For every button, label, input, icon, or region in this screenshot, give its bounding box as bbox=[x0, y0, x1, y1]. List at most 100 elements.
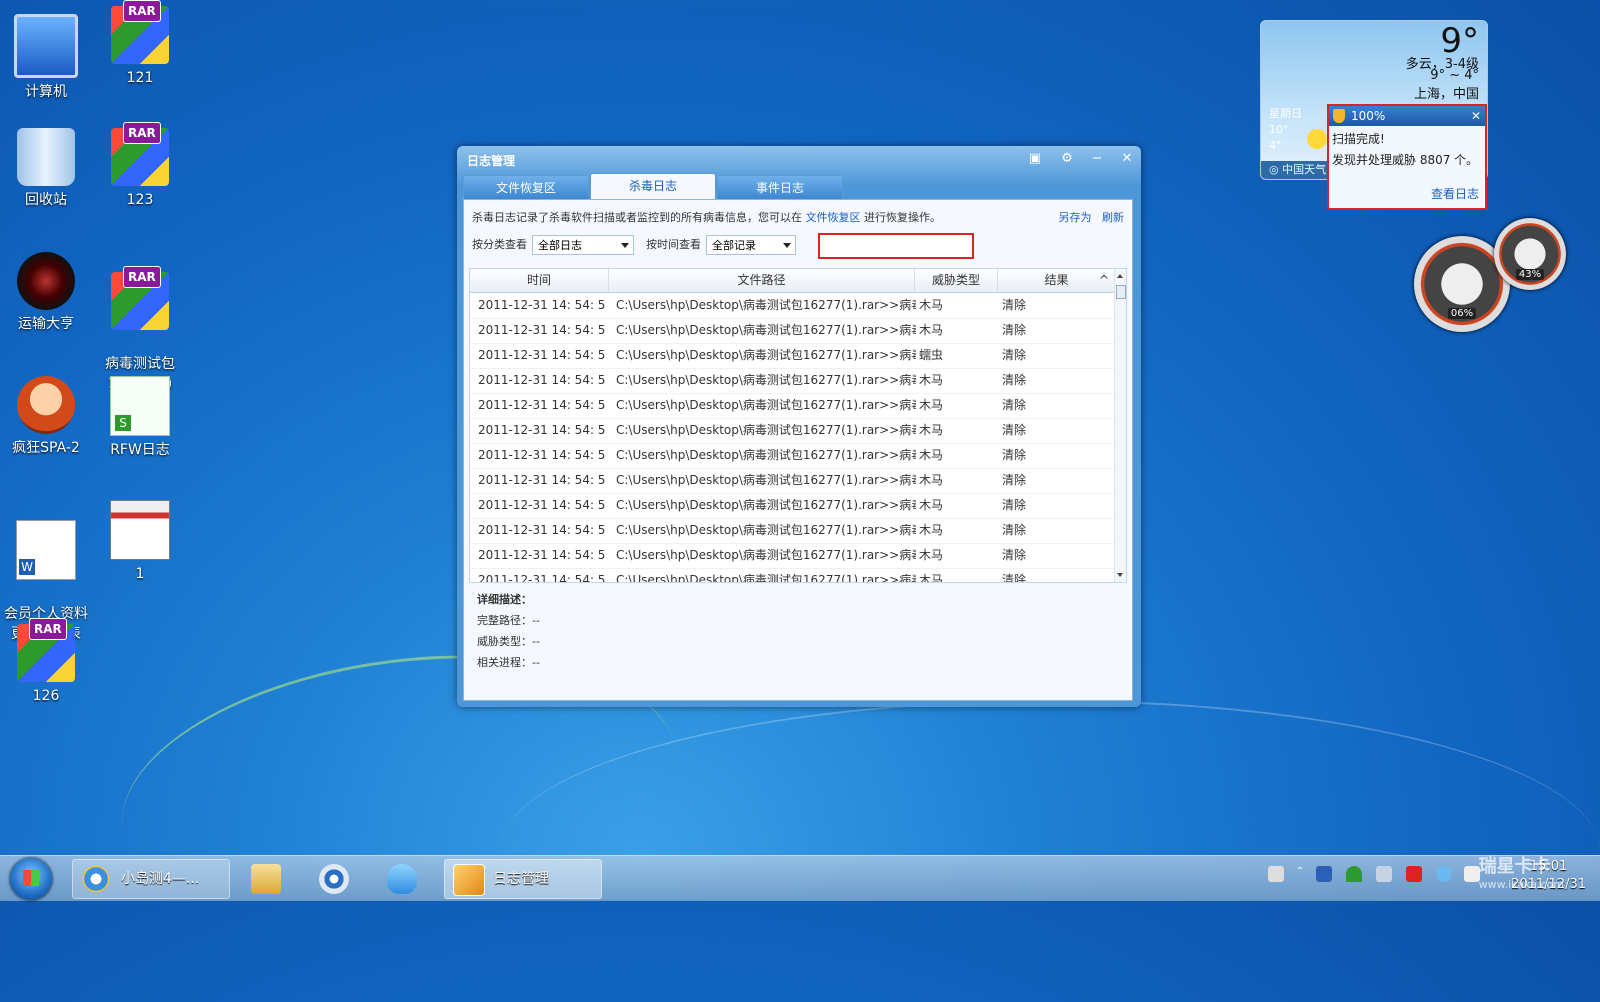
restore-icon[interactable]: ▣ bbox=[1025, 150, 1045, 168]
table-row[interactable]: 2011-12-31 14: 54: 57 C:\Users\hp\Deskto… bbox=[470, 418, 1115, 444]
table-header: 时间 文件路径 威胁类型 结果 ^ bbox=[470, 269, 1115, 293]
log-manager-icon bbox=[453, 864, 485, 896]
scan-complete-popup: 100% ✕ 扫描完成! 发现并处理威胁 8807 个。 查看日志 bbox=[1327, 104, 1487, 210]
close-icon[interactable]: ✕ bbox=[1117, 150, 1137, 168]
desktop-icon-121[interactable]: 121 bbox=[94, 0, 186, 88]
info-suffix: 进行恢复操作。 bbox=[864, 211, 941, 224]
umbrella-icon[interactable] bbox=[1346, 866, 1362, 882]
save-as-link[interactable]: 另存为 bbox=[1059, 211, 1092, 224]
antivirus-shield-icon[interactable] bbox=[1316, 866, 1332, 882]
recycle-bin-icon bbox=[17, 128, 75, 186]
cell-path: C:\Users\hp\Desktop\病毒测试包16277(1).rar>>病… bbox=[616, 398, 916, 412]
search-input[interactable] bbox=[818, 233, 974, 259]
detail-title: 详细描述： bbox=[477, 593, 532, 606]
desktop-icon-rfw-log[interactable]: RFW日志 bbox=[94, 376, 186, 460]
desktop-icon-crazy-spa[interactable]: 疯狂SPA-2 bbox=[0, 376, 92, 458]
table-row[interactable]: 2011-12-31 14: 54: 57 C:\Users\hp\Deskto… bbox=[470, 468, 1115, 494]
volume-icon[interactable] bbox=[1464, 866, 1480, 882]
log-table: 时间 文件路径 威胁类型 结果 ^ 2011-12-31 14: 54: 57 C… bbox=[469, 268, 1127, 583]
tab-event-log[interactable]: 事件日志 bbox=[717, 175, 843, 200]
word-document-icon bbox=[16, 520, 76, 580]
cell-time: 2011-12-31 14: 54: 57 bbox=[478, 348, 606, 362]
scroll-up-icon[interactable] bbox=[1117, 274, 1123, 278]
game-avatar-icon bbox=[17, 376, 75, 434]
detail-section: 详细描述： 完整路径：-- 威胁类型：-- 相关进程：-- bbox=[477, 589, 540, 673]
desktop-icon-label: 121 bbox=[126, 70, 154, 86]
desktop-icon-recycle-bin[interactable]: 回收站 bbox=[0, 128, 92, 210]
info-text: 杀毒日志记录了杀毒软件扫描或者监控到的所有病毒信息，您可以在 文件恢复区 进行恢… bbox=[472, 209, 941, 225]
tab-file-recovery[interactable]: 文件恢复区 bbox=[463, 175, 589, 200]
taskbar-button-qq[interactable] bbox=[372, 859, 434, 899]
table-row[interactable]: 2011-12-31 14: 54: 57 C:\Users\hp\Deskto… bbox=[470, 393, 1115, 419]
table-row[interactable]: 2011-12-31 14: 54: 57 C:\Users\hp\Deskto… bbox=[470, 293, 1115, 319]
desktop-icon-126[interactable]: 126 bbox=[0, 618, 92, 706]
cell-threat: 木马 bbox=[919, 298, 944, 312]
sun-icon bbox=[1307, 129, 1327, 149]
keyboard-icon[interactable] bbox=[1268, 866, 1284, 882]
cell-time: 2011-12-31 14: 54: 57 bbox=[478, 423, 606, 437]
start-button[interactable] bbox=[10, 858, 52, 900]
memory-gauge[interactable]: 43% bbox=[1494, 218, 1566, 290]
table-row[interactable]: 2011-12-31 14: 54: 57 C:\Users\hp\Deskto… bbox=[470, 443, 1115, 469]
desktop-icon-123[interactable]: 123 bbox=[94, 122, 186, 210]
table-row[interactable]: 2011-12-31 14: 54: 57 C:\Users\hp\Deskto… bbox=[470, 568, 1115, 582]
table-row[interactable]: 2011-12-31 14: 54: 57 C:\Users\hp\Deskto… bbox=[470, 318, 1115, 344]
scroll-down-icon[interactable] bbox=[1117, 573, 1123, 577]
table-row[interactable]: 2011-12-31 14: 54: 57 C:\Users\hp\Deskto… bbox=[470, 518, 1115, 544]
gear-icon[interactable]: ⚙ bbox=[1057, 150, 1077, 168]
cell-time: 2011-12-31 14: 54: 57 bbox=[478, 323, 606, 337]
table-scrollbar[interactable] bbox=[1114, 269, 1126, 582]
taskbar-button-media-player[interactable] bbox=[304, 859, 366, 899]
column-header-result[interactable]: 结果 ^ bbox=[998, 269, 1115, 292]
filter-category-value: 全部日志 bbox=[538, 239, 582, 252]
cell-time: 2011-12-31 14: 54: 57 bbox=[478, 473, 606, 487]
tab-antivirus-log[interactable]: 杀毒日志 bbox=[590, 173, 716, 201]
table-row[interactable]: 2011-12-31 14: 54: 57 C:\Users\hp\Deskto… bbox=[470, 343, 1115, 369]
cell-result: 清除 bbox=[1002, 348, 1027, 362]
table-row[interactable]: 2011-12-31 14: 54: 57 C:\Users\hp\Deskto… bbox=[470, 368, 1115, 394]
table-row[interactable]: 2011-12-31 14: 54: 57 C:\Users\hp\Deskto… bbox=[470, 543, 1115, 569]
dropdown-arrow-icon bbox=[621, 243, 629, 248]
cell-time: 2011-12-31 14: 54: 57 bbox=[478, 498, 606, 512]
file-recovery-link[interactable]: 文件恢复区 bbox=[806, 211, 861, 224]
view-log-link[interactable]: 查看日志 bbox=[1431, 185, 1479, 202]
desktop-icon-computer[interactable]: 计算机 bbox=[0, 14, 92, 102]
cell-result: 清除 bbox=[1002, 548, 1027, 562]
cell-path: C:\Users\hp\Desktop\病毒测试包16277(1).rar>>病… bbox=[616, 473, 916, 487]
cell-path: C:\Users\hp\Desktop\病毒测试包16277(1).rar>>病… bbox=[616, 348, 916, 362]
network-icon[interactable] bbox=[1376, 866, 1392, 882]
desktop-icon-label: 计算机 bbox=[25, 84, 67, 100]
tray-expand-icon[interactable]: ⌃ bbox=[1296, 866, 1312, 882]
refresh-link[interactable]: 刷新 bbox=[1102, 211, 1124, 224]
filter-time-select[interactable]: 全部记录 bbox=[706, 235, 796, 255]
close-icon[interactable]: ✕ bbox=[1471, 106, 1481, 126]
qq-tray-icon[interactable] bbox=[1436, 866, 1452, 882]
scroll-thumb[interactable] bbox=[1116, 285, 1126, 299]
weather-source: 中国天气 bbox=[1282, 163, 1327, 176]
detail-full-path: 完整路径：-- bbox=[477, 614, 540, 627]
taskbar-button-explorer[interactable] bbox=[236, 859, 298, 899]
watermark-title: 瑞星卡卡 bbox=[1478, 856, 1551, 877]
taskbar-button-log-manager[interactable]: 日志管理 bbox=[444, 859, 602, 899]
firewall-icon[interactable] bbox=[1406, 866, 1422, 882]
desktop-icon-image-1[interactable]: 1 bbox=[94, 500, 186, 584]
taskbar: 小岛测4—... 日志管理 ⌃ 15:01 2011/12/31 bbox=[0, 855, 1600, 901]
minimize-icon[interactable]: − bbox=[1087, 150, 1107, 168]
cell-result: 清除 bbox=[1002, 298, 1027, 312]
filter-time-label: 按时间查看 bbox=[646, 238, 701, 251]
column-header-path[interactable]: 文件路径 bbox=[609, 269, 915, 292]
cell-path: C:\Users\hp\Desktop\病毒测试包16277(1).rar>>病… bbox=[616, 498, 916, 512]
column-header-threat[interactable]: 威胁类型 bbox=[915, 269, 998, 292]
taskbar-button-ie[interactable]: 小岛测4—... bbox=[72, 859, 230, 899]
panel-actions: 另存为 刷新 bbox=[1059, 209, 1125, 225]
desktop-icon-transport-tycoon[interactable]: 运输大亨 bbox=[0, 252, 92, 334]
ie-icon bbox=[81, 864, 111, 894]
memory-usage: 43% bbox=[1515, 268, 1545, 280]
cell-time: 2011-12-31 14: 54: 57 bbox=[478, 398, 606, 412]
image-thumbnail-icon bbox=[110, 500, 170, 560]
filter-category-select[interactable]: 全部日志 bbox=[532, 235, 634, 255]
weather-day: 星期日 bbox=[1269, 107, 1302, 120]
column-header-time[interactable]: 时间 bbox=[470, 269, 609, 292]
window-title: 日志管理 bbox=[467, 154, 516, 168]
table-row[interactable]: 2011-12-31 14: 54: 57 C:\Users\hp\Deskto… bbox=[470, 493, 1115, 519]
